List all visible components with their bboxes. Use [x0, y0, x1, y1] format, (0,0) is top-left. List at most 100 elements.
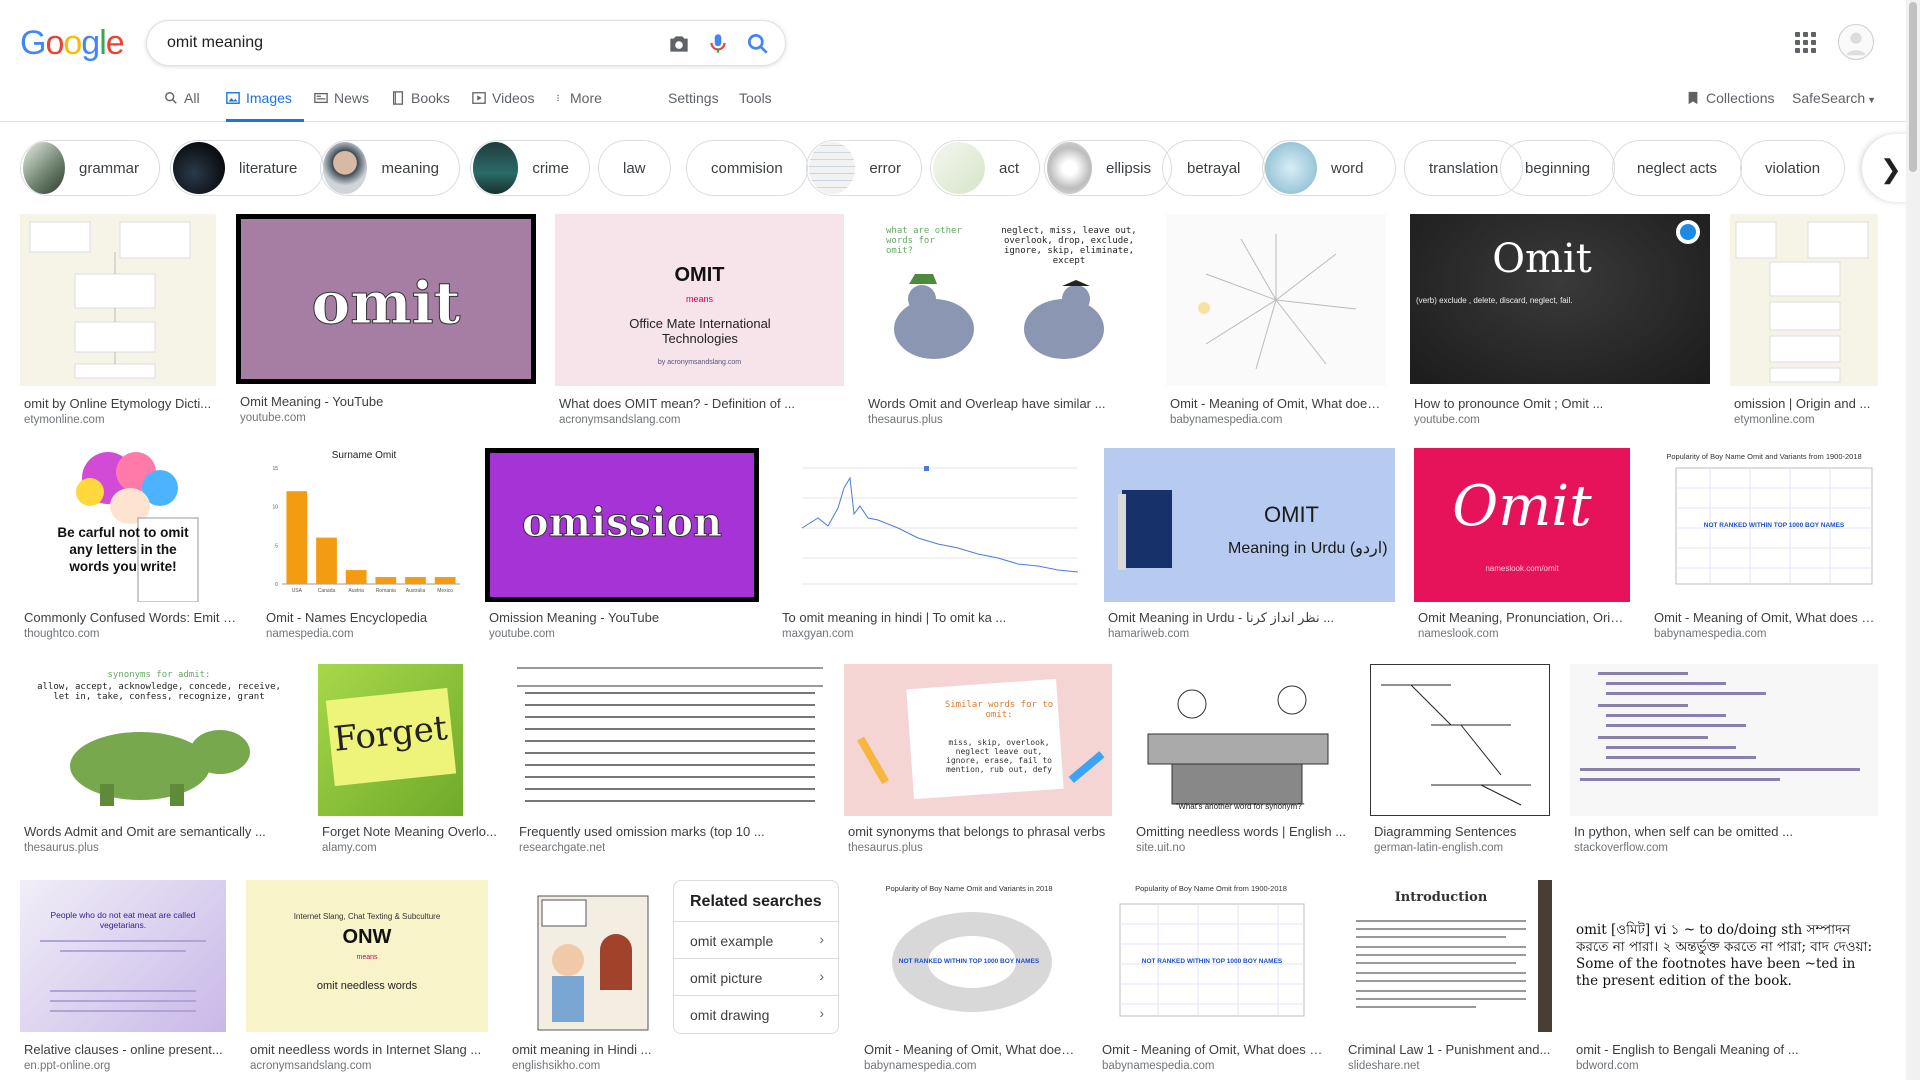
result-title[interactable]: Omit - Meaning of Omit, What does...: [864, 1042, 1078, 1057]
related-search-item[interactable]: omit drawing ›: [674, 995, 838, 1032]
search-input[interactable]: omit meaning: [167, 34, 263, 52]
chip-label: error: [869, 159, 901, 177]
result-source: bdword.com: [1576, 1060, 1639, 1072]
settings-label: Settings: [668, 90, 719, 106]
chip-betrayal[interactable]: betrayal: [1162, 140, 1266, 196]
vertical-scrollbar[interactable]: [1906, 0, 1920, 1080]
result-image: what are other words for omit? neglect, …: [864, 214, 1146, 386]
result-title[interactable]: Diagramming Sentences: [1374, 824, 1550, 839]
result-title[interactable]: Omit - Meaning of Omit, What does ...: [1170, 396, 1386, 411]
safesearch-label: SafeSearch: [1792, 90, 1866, 106]
chip-literature[interactable]: literature: [170, 140, 324, 196]
result-title[interactable]: Commonly Confused Words: Emit a...: [24, 610, 240, 625]
result-title[interactable]: omit synonyms that belongs to phrasal ve…: [848, 824, 1112, 839]
chip-meaning[interactable]: meaning: [320, 140, 460, 196]
result-image: omission: [485, 448, 759, 602]
tab-images[interactable]: Images: [226, 90, 304, 122]
search-box[interactable]: omit meaning: [146, 20, 786, 66]
chip-word[interactable]: word: [1262, 140, 1396, 196]
tools-link[interactable]: Tools: [739, 90, 772, 122]
camera-icon[interactable]: [666, 31, 692, 57]
chip-label: law: [623, 159, 646, 177]
account-avatar[interactable]: [1838, 24, 1874, 60]
chip-violation[interactable]: violation: [1740, 140, 1846, 196]
result-title[interactable]: Omit - Meaning of Omit, What does O...: [1102, 1042, 1324, 1057]
result-title[interactable]: Omit - Meaning of Omit, What does O...: [1654, 610, 1878, 625]
related-search-item[interactable]: omit picture ›: [674, 958, 838, 995]
image-text: ONW: [342, 926, 392, 948]
result-title[interactable]: How to pronounce Omit ; Omit ...: [1414, 396, 1710, 411]
safesearch-toggle[interactable]: SafeSearch ▼: [1792, 90, 1876, 106]
tab-label: All: [184, 90, 200, 106]
result-title[interactable]: Omit Meaning, Pronunciation, Origi...: [1418, 610, 1630, 625]
related-search-label: omit picture: [690, 970, 763, 986]
result-title[interactable]: Forget Note Meaning Overlo...: [322, 824, 522, 839]
chip-law[interactable]: law: [598, 140, 671, 196]
google-logo[interactable]: Google: [20, 24, 125, 63]
result-title[interactable]: Omit Meaning - YouTube: [240, 394, 536, 409]
result-title[interactable]: In python, when self can be omitted ...: [1574, 824, 1878, 839]
result-title[interactable]: omit by Online Etymology Dicti...: [24, 396, 214, 411]
result-title[interactable]: omit meaning in Hindi ...: [512, 1042, 652, 1057]
chevron-right-icon: ›: [819, 931, 824, 947]
result-title[interactable]: Criminal Law 1 - Punishment and...: [1348, 1042, 1552, 1057]
chip-grammar[interactable]: grammar: [20, 140, 160, 196]
result-title[interactable]: Omission Meaning - YouTube: [489, 610, 759, 625]
chip-label: betrayal: [1187, 159, 1241, 177]
tab-label: Images: [246, 90, 292, 106]
image-icon: [226, 92, 240, 104]
result-title[interactable]: omit - English to Bengali Meaning of ...: [1576, 1042, 1878, 1057]
result-source: maxgyan.com: [782, 628, 854, 640]
collections-label: Collections: [1706, 90, 1775, 106]
related-search-item[interactable]: omit example ›: [674, 921, 838, 958]
chip-beginning[interactable]: beginning: [1500, 140, 1616, 196]
result-title[interactable]: Omit - Names Encyclopedia: [266, 610, 466, 625]
scrollbar-thumb[interactable]: [1909, 2, 1917, 172]
related-searches-panel: Related searches omit example › omit pict…: [673, 880, 839, 1034]
y-tick-label: 10: [272, 505, 278, 511]
result-title[interactable]: Omit Meaning in Urdu - نظر انداز کرنا ..…: [1108, 610, 1394, 626]
result-source: slideshare.net: [1348, 1060, 1420, 1072]
result-title[interactable]: Relative clauses - online present...: [24, 1042, 226, 1057]
result-title[interactable]: omission | Origin and ...: [1734, 396, 1878, 411]
search-icon[interactable]: [745, 31, 771, 57]
tab-videos[interactable]: Videos: [472, 90, 535, 122]
result-title[interactable]: Words Admit and Omit are semantically ..…: [24, 824, 298, 839]
chip-crime[interactable]: crime: [470, 140, 590, 196]
collections-link[interactable]: Collections: [1686, 90, 1774, 106]
chip-error[interactable]: error: [806, 140, 922, 196]
tab-news[interactable]: News: [314, 90, 369, 122]
result-source: babynamespedia.com: [1170, 414, 1283, 426]
result-title[interactable]: What does OMIT mean? - Definition of ...: [559, 396, 843, 411]
result-image: [778, 448, 1084, 602]
tab-books[interactable]: Books: [391, 90, 450, 122]
result-title[interactable]: Omitting needless words | English ...: [1136, 824, 1348, 839]
result-image: [1730, 214, 1878, 386]
x-tick-label: Mexico: [437, 588, 453, 594]
result-title[interactable]: omit needless words in Internet Slang ..…: [250, 1042, 488, 1057]
y-tick-label: 5: [275, 543, 278, 549]
microphone-icon[interactable]: [705, 31, 731, 57]
apps-grid-icon[interactable]: [1795, 32, 1817, 54]
chip-thumbnail: [1047, 142, 1092, 194]
tab-more[interactable]: More: [556, 90, 602, 122]
tab-all[interactable]: All: [164, 90, 200, 122]
chip-ellipsis[interactable]: ellipsis: [1044, 140, 1172, 196]
chip-neglect-acts[interactable]: neglect acts: [1612, 140, 1743, 196]
video-icon: [472, 92, 486, 104]
result-title[interactable]: Words Omit and Overleap have similar ...: [868, 396, 1146, 411]
image-text: omit: [311, 269, 461, 338]
chip-act[interactable]: act: [930, 140, 1040, 196]
chip-label: violation: [1765, 159, 1821, 177]
settings-link[interactable]: Settings: [668, 90, 719, 122]
tab-label: Videos: [492, 90, 535, 106]
chip-commision[interactable]: commision: [686, 140, 808, 196]
result-title[interactable]: Frequently used omission marks (top 10 .…: [519, 824, 825, 839]
result-title[interactable]: To omit meaning in hindi | To omit ka ..…: [782, 610, 1084, 625]
result-source: thesaurus.plus: [848, 842, 923, 854]
chip-label: commision: [711, 159, 783, 177]
chevron-right-icon: ›: [819, 1005, 824, 1021]
result-source: etymonline.com: [24, 414, 105, 426]
logo-badge: [1676, 220, 1700, 244]
image-text: NOT RANKED WITHIN TOP 1000 BOY NAMES: [1703, 522, 1845, 529]
